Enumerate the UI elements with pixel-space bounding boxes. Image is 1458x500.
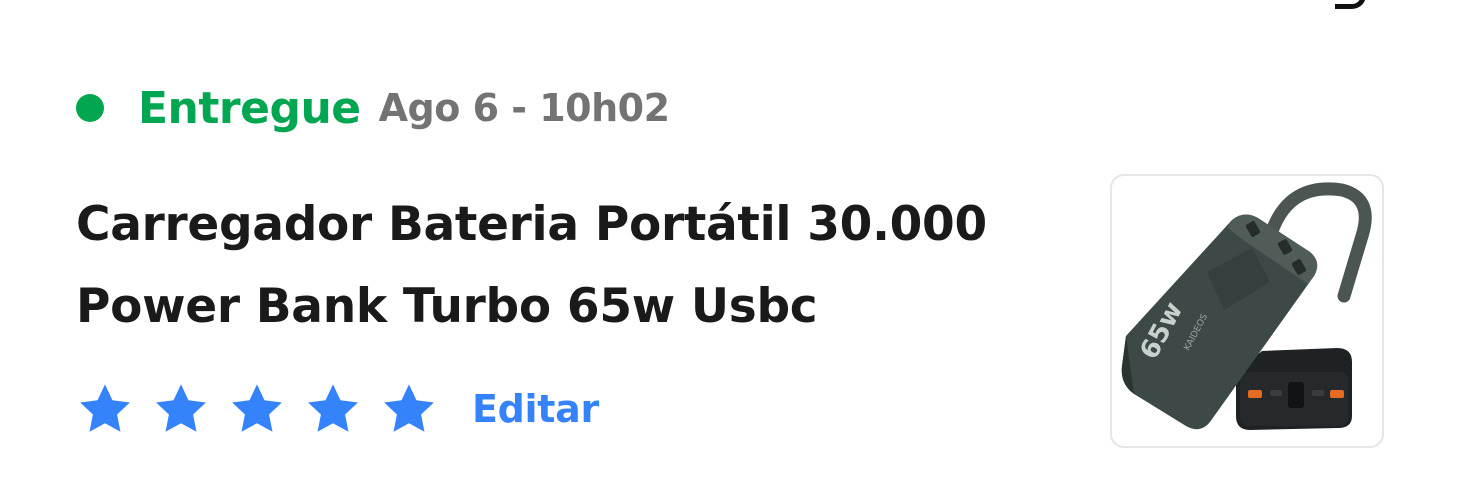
delivery-status: Entregue: [138, 82, 361, 134]
delivery-date: Ago 6 - 10h02: [378, 86, 670, 130]
star-icon[interactable]: [304, 380, 362, 438]
product-thumbnail[interactable]: 65w KAIDEOS: [1110, 174, 1384, 448]
star-icon[interactable]: [380, 380, 438, 438]
rating-row: Editar: [76, 378, 599, 440]
star-icon[interactable]: [228, 380, 286, 438]
star-icon[interactable]: [152, 380, 210, 438]
delivery-status-row: Entregue Ago 6 - 10h02: [76, 80, 670, 136]
product-title[interactable]: Carregador Bateria Portátil 30.000 Power…: [76, 184, 1066, 348]
star-rating[interactable]: [76, 380, 456, 438]
status-dot-icon: [76, 94, 104, 122]
power-bank-image: 65w KAIDEOS: [1121, 182, 1372, 430]
chevron-fragment-icon: [1335, 0, 1366, 9]
star-icon[interactable]: [76, 380, 134, 438]
edit-review-link[interactable]: Editar: [472, 387, 599, 431]
order-card[interactable]: Entregue Ago 6 - 10h02 Carregador Bateri…: [0, 0, 1458, 500]
